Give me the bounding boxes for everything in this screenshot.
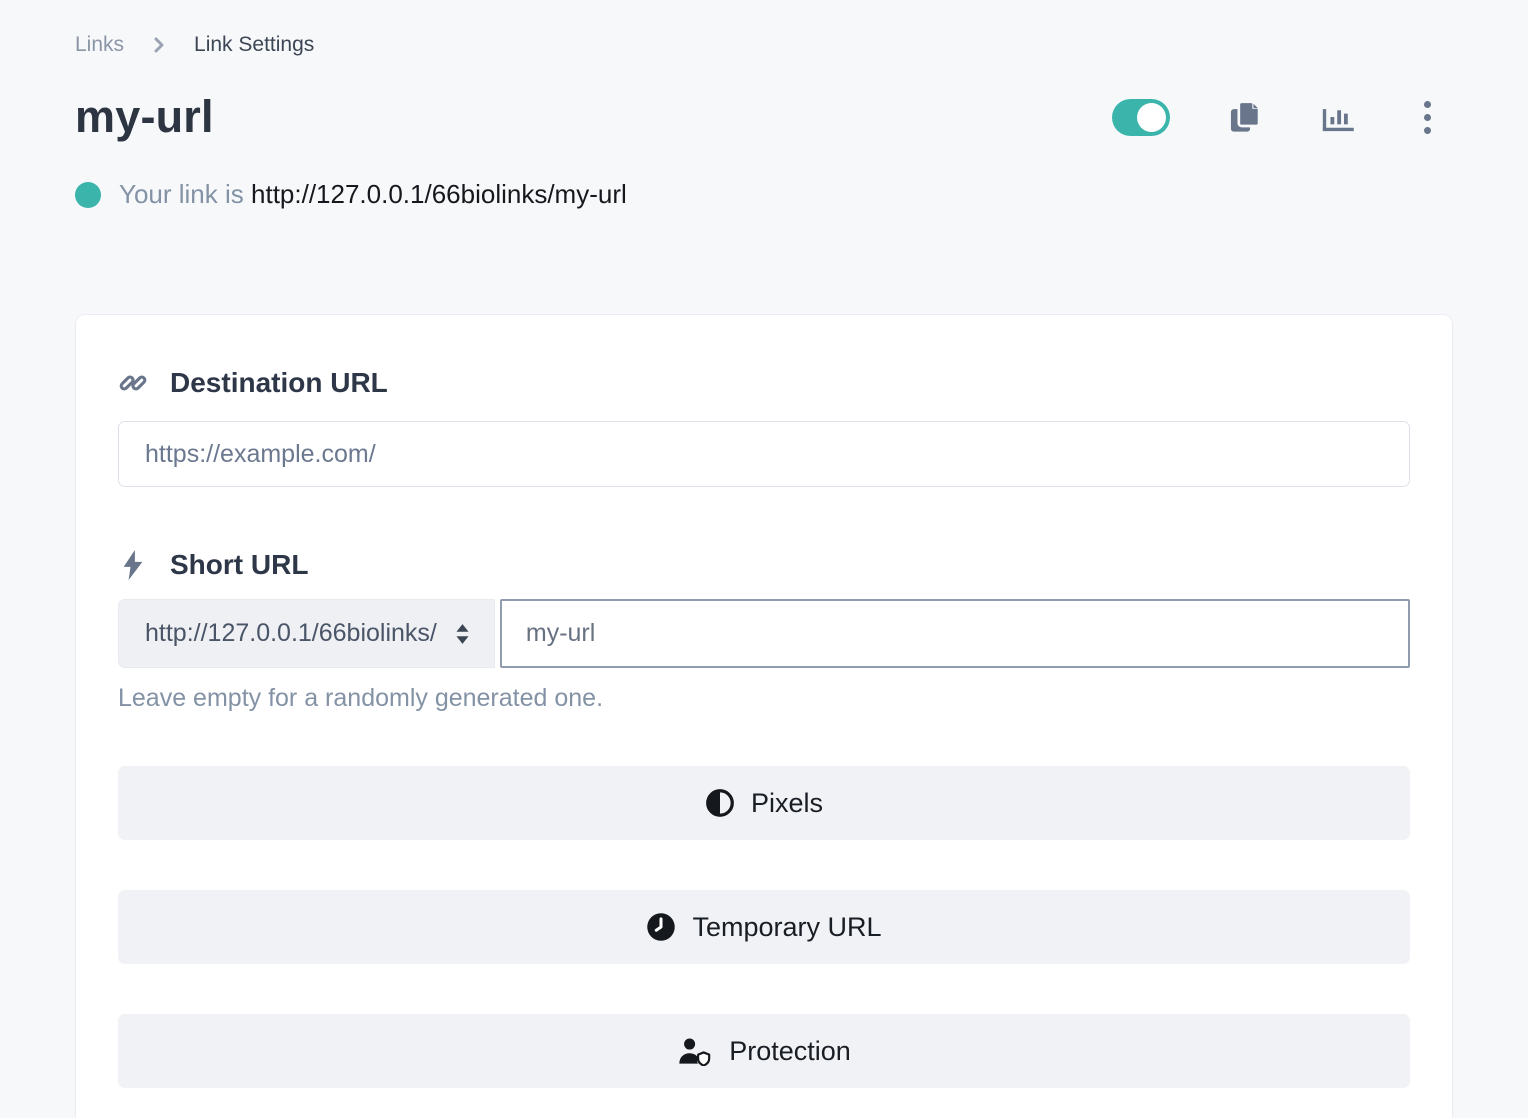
short-url-helper-text: Leave empty for a randomly generated one… — [118, 684, 1410, 713]
breadcrumb: Links Link Settings — [75, 33, 1453, 57]
temporary-url-button-label: Temporary URL — [692, 912, 881, 943]
destination-url-label: Destination URL — [170, 367, 388, 399]
status-prefix: Your link is — [119, 179, 244, 209]
lightning-bolt-icon — [118, 550, 148, 580]
link-settings-page: Links Link Settings my-url — [0, 0, 1528, 1118]
protection-button-label: Protection — [729, 1036, 851, 1067]
page-title: my-url — [75, 91, 214, 143]
pixels-button[interactable]: Pixels — [118, 766, 1410, 840]
pixels-button-label: Pixels — [751, 788, 823, 819]
link-settings-card: Destination URL Short URL http://127.0.0… — [75, 314, 1453, 1118]
half-circle-contrast-icon — [705, 788, 735, 818]
chain-link-icon — [118, 368, 148, 398]
link-enabled-toggle[interactable] — [1112, 99, 1170, 136]
short-url-label: Short URL — [170, 549, 308, 581]
status-text: Your link is http://127.0.0.1/66biolinks… — [119, 179, 627, 210]
page-header: my-url — [75, 91, 1453, 143]
domain-select-value: http://127.0.0.1/66biolinks/ — [145, 619, 437, 648]
copy-icon[interactable] — [1228, 99, 1262, 135]
short-link-url[interactable]: http://127.0.0.1/66biolinks/my-url — [251, 179, 627, 209]
kebab-menu-icon[interactable] — [1414, 99, 1441, 136]
short-url-input[interactable] — [500, 599, 1410, 668]
short-url-domain-select[interactable]: http://127.0.0.1/66biolinks/ — [118, 599, 495, 668]
toggle-knob — [1137, 103, 1166, 132]
protection-button[interactable]: Protection — [118, 1014, 1410, 1088]
destination-url-section-label: Destination URL — [118, 367, 1410, 399]
destination-url-input[interactable] — [118, 421, 1410, 487]
status-dot-icon — [75, 182, 101, 208]
short-url-input-group: http://127.0.0.1/66biolinks/ — [118, 599, 1410, 668]
temporary-url-button[interactable]: Temporary URL — [118, 890, 1410, 964]
select-caret-icon — [453, 623, 472, 645]
bar-chart-icon[interactable] — [1320, 100, 1356, 134]
user-shield-icon — [677, 1036, 713, 1066]
link-status: Your link is http://127.0.0.1/66biolinks… — [75, 179, 1453, 210]
breadcrumb-current: Link Settings — [194, 33, 314, 57]
chevron-right-icon — [150, 36, 168, 54]
clock-icon — [646, 912, 676, 942]
breadcrumb-links[interactable]: Links — [75, 33, 124, 57]
header-actions — [1112, 99, 1453, 136]
short-url-section-label: Short URL — [118, 549, 1410, 581]
